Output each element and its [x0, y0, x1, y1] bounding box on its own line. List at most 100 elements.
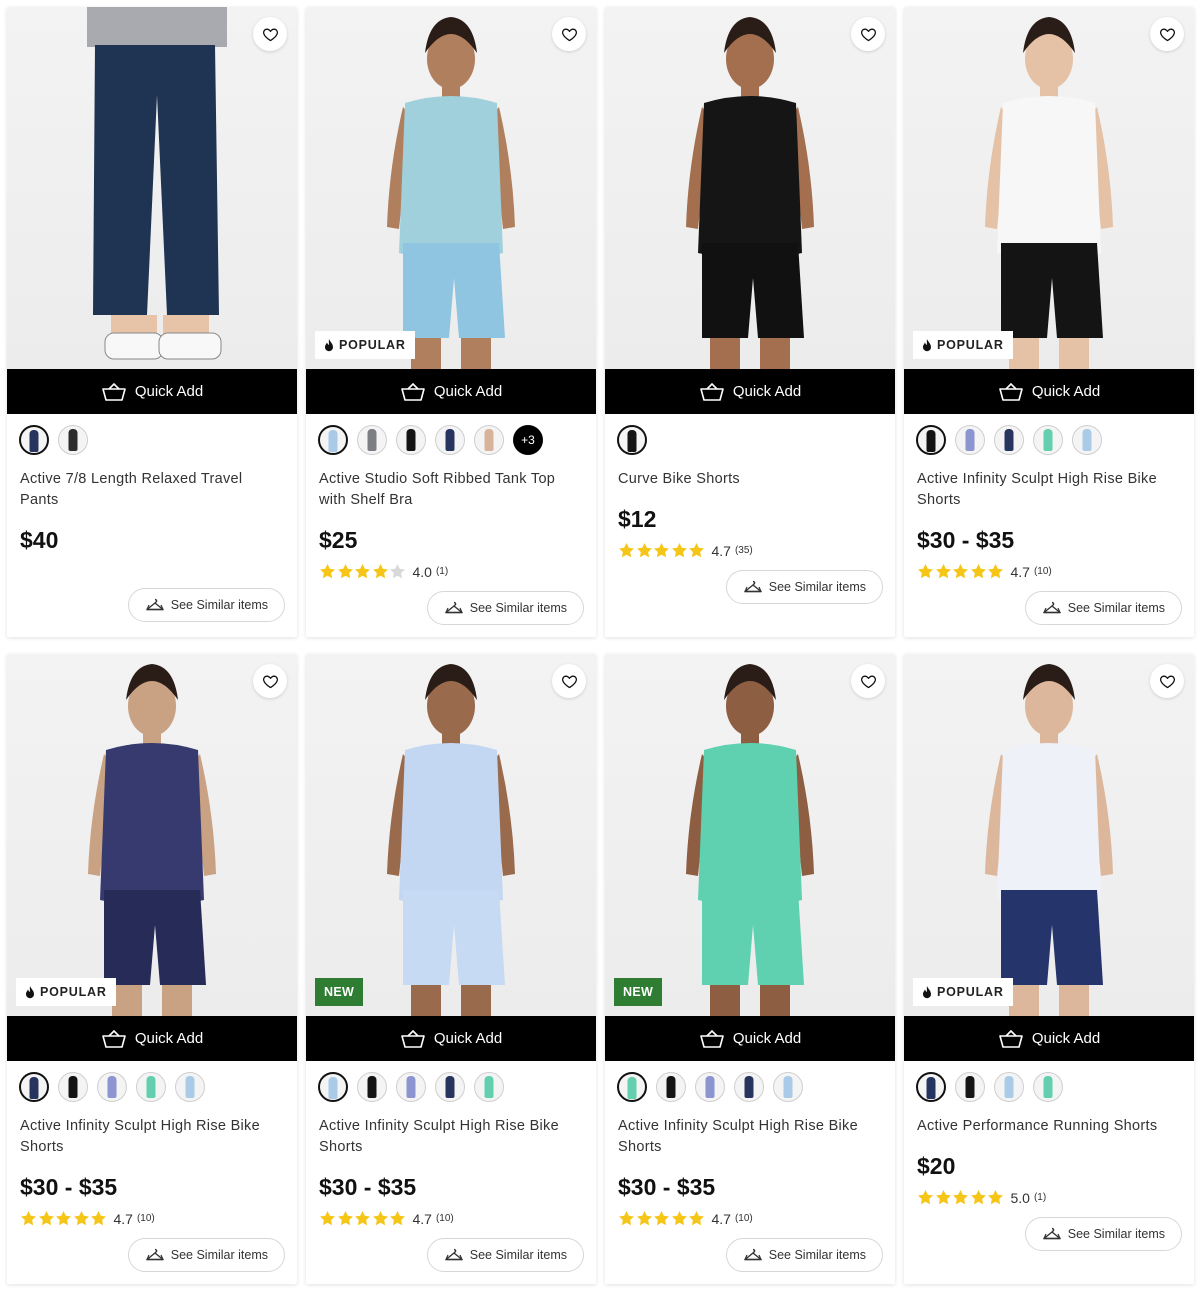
product-card[interactable]: POPULAR Quick Add +3 Active Studio Soft Rib… [306, 7, 596, 637]
color-swatch[interactable] [357, 1072, 387, 1102]
color-swatch[interactable] [474, 425, 504, 455]
color-swatch[interactable] [994, 1072, 1024, 1102]
color-swatch[interactable] [695, 1072, 725, 1102]
product-image[interactable]: POPULAR [904, 654, 1194, 1016]
wishlist-button[interactable] [1150, 17, 1184, 51]
wishlist-button[interactable] [552, 664, 586, 698]
color-swatch[interactable] [318, 425, 348, 455]
quick-add-button[interactable]: Quick Add [7, 369, 297, 414]
quick-add-button[interactable]: Quick Add [306, 369, 596, 414]
product-image[interactable]: POPULAR [306, 7, 596, 369]
product-name[interactable]: Active 7/8 Length Relaxed Travel Pants [20, 469, 282, 511]
see-similar-button[interactable]: See Similar items [426, 1238, 584, 1272]
swatch-thumbnail [1004, 1076, 1014, 1098]
see-similar-button[interactable]: See Similar items [127, 1238, 285, 1272]
quick-add-button[interactable]: Quick Add [605, 1016, 895, 1061]
product-name[interactable]: Active Infinity Sculpt High Rise Bike Sh… [319, 1116, 581, 1158]
product-card[interactable]: NEW Quick Add Active Infinity Sculpt High … [306, 654, 596, 1284]
color-swatch[interactable] [734, 1072, 764, 1102]
product-image[interactable]: NEW [605, 654, 895, 1016]
color-swatch[interactable] [318, 1072, 348, 1102]
see-similar-button[interactable]: See Similar items [1024, 591, 1182, 625]
swatch-thumbnail [926, 1077, 936, 1099]
color-swatch[interactable] [58, 425, 88, 455]
product-rating[interactable]: 4.7 (35) [618, 542, 753, 559]
product-card[interactable]: POPULAR Quick Add Active Performance Runni… [904, 654, 1194, 1284]
color-swatch[interactable] [1072, 425, 1102, 455]
color-swatch[interactable] [58, 1072, 88, 1102]
color-swatch[interactable] [435, 425, 465, 455]
product-image[interactable]: POPULAR [904, 7, 1194, 369]
product-rating[interactable]: 4.7 (10) [319, 1210, 454, 1227]
color-swatches [916, 1072, 1063, 1102]
product-badge: POPULAR [913, 331, 1013, 359]
product-rating[interactable]: 4.7 (10) [618, 1210, 753, 1227]
quick-add-button[interactable]: Quick Add [7, 1016, 297, 1061]
see-similar-button[interactable]: See Similar items [1024, 1217, 1182, 1251]
product-image[interactable] [7, 7, 297, 369]
color-swatch[interactable] [357, 425, 387, 455]
swatch-thumbnail [107, 1076, 117, 1098]
color-swatch[interactable] [994, 425, 1024, 455]
color-swatch[interactable] [656, 1072, 686, 1102]
color-swatch[interactable] [916, 1072, 946, 1102]
color-swatch[interactable] [396, 425, 426, 455]
color-swatch[interactable] [19, 425, 49, 455]
star-icon [619, 1211, 634, 1226]
product-price: $25 [319, 527, 358, 553]
product-name[interactable]: Active Studio Soft Ribbed Tank Top with … [319, 469, 581, 511]
flame-icon [25, 985, 35, 999]
color-swatch[interactable] [773, 1072, 803, 1102]
product-name[interactable]: Active Infinity Sculpt High Rise Bike Sh… [618, 1116, 880, 1158]
swatch-thumbnail [1043, 429, 1053, 451]
product-card[interactable]: POPULAR Quick Add Active Infinity Sculpt H… [7, 654, 297, 1284]
color-swatch[interactable] [617, 1072, 647, 1102]
quick-add-button[interactable]: Quick Add [306, 1016, 596, 1061]
wishlist-button[interactable] [851, 664, 885, 698]
quick-add-button[interactable]: Quick Add [904, 1016, 1194, 1061]
wishlist-button[interactable] [1150, 664, 1184, 698]
product-card[interactable]: Quick Add Active 7/8 Length Relaxed Trave… [7, 7, 297, 637]
see-similar-button[interactable]: See Similar items [127, 588, 285, 622]
wishlist-button[interactable] [552, 17, 586, 51]
see-similar-button[interactable]: See Similar items [725, 570, 883, 604]
see-similar-button[interactable]: See Similar items [725, 1238, 883, 1272]
see-similar-button[interactable]: See Similar items [426, 591, 584, 625]
product-rating[interactable]: 4.7 (10) [917, 563, 1052, 580]
color-swatch[interactable] [396, 1072, 426, 1102]
color-swatch[interactable] [97, 1072, 127, 1102]
product-rating[interactable]: 5.0 (1) [917, 1189, 1046, 1206]
wishlist-button[interactable] [851, 17, 885, 51]
quick-add-button[interactable]: Quick Add [605, 369, 895, 414]
wishlist-button[interactable] [253, 17, 287, 51]
product-image[interactable] [605, 7, 895, 369]
product-name[interactable]: Curve Bike Shorts [618, 469, 880, 490]
product-name[interactable]: Active Infinity Sculpt High Rise Bike Sh… [917, 469, 1179, 511]
product-rating[interactable]: 4.7 (10) [20, 1210, 155, 1227]
color-swatch[interactable] [617, 425, 647, 455]
color-swatch[interactable] [955, 1072, 985, 1102]
product-image[interactable]: POPULAR [7, 654, 297, 1016]
color-swatch[interactable] [175, 1072, 205, 1102]
product-name[interactable]: Active Performance Running Shorts [917, 1116, 1179, 1137]
color-swatch[interactable] [916, 425, 946, 455]
color-swatch[interactable] [1033, 425, 1063, 455]
color-swatch[interactable] [474, 1072, 504, 1102]
quick-add-button[interactable]: Quick Add [904, 369, 1194, 414]
product-image[interactable]: NEW [306, 654, 596, 1016]
color-swatch[interactable] [435, 1072, 465, 1102]
product-rating[interactable]: 4.0 (1) [319, 563, 448, 580]
quick-add-label: Quick Add [433, 383, 503, 400]
color-swatch[interactable] [1033, 1072, 1063, 1102]
more-colors-button[interactable]: +3 [513, 425, 543, 455]
color-swatch[interactable] [136, 1072, 166, 1102]
product-card[interactable]: POPULAR Quick Add Active Infinity Sculpt H… [904, 7, 1194, 637]
product-name[interactable]: Active Infinity Sculpt High Rise Bike Sh… [20, 1116, 282, 1158]
color-swatch[interactable] [19, 1072, 49, 1102]
wishlist-button[interactable] [253, 664, 287, 698]
color-swatch[interactable] [955, 425, 985, 455]
product-card[interactable]: Quick Add Curve Bike Shorts $12 4.7 (35) See … [605, 7, 895, 637]
swatch-thumbnail [367, 1076, 377, 1098]
product-card[interactable]: NEW Quick Add Active Infinity Sculpt High … [605, 654, 895, 1284]
rating-value: 4.7 [1010, 563, 1030, 580]
